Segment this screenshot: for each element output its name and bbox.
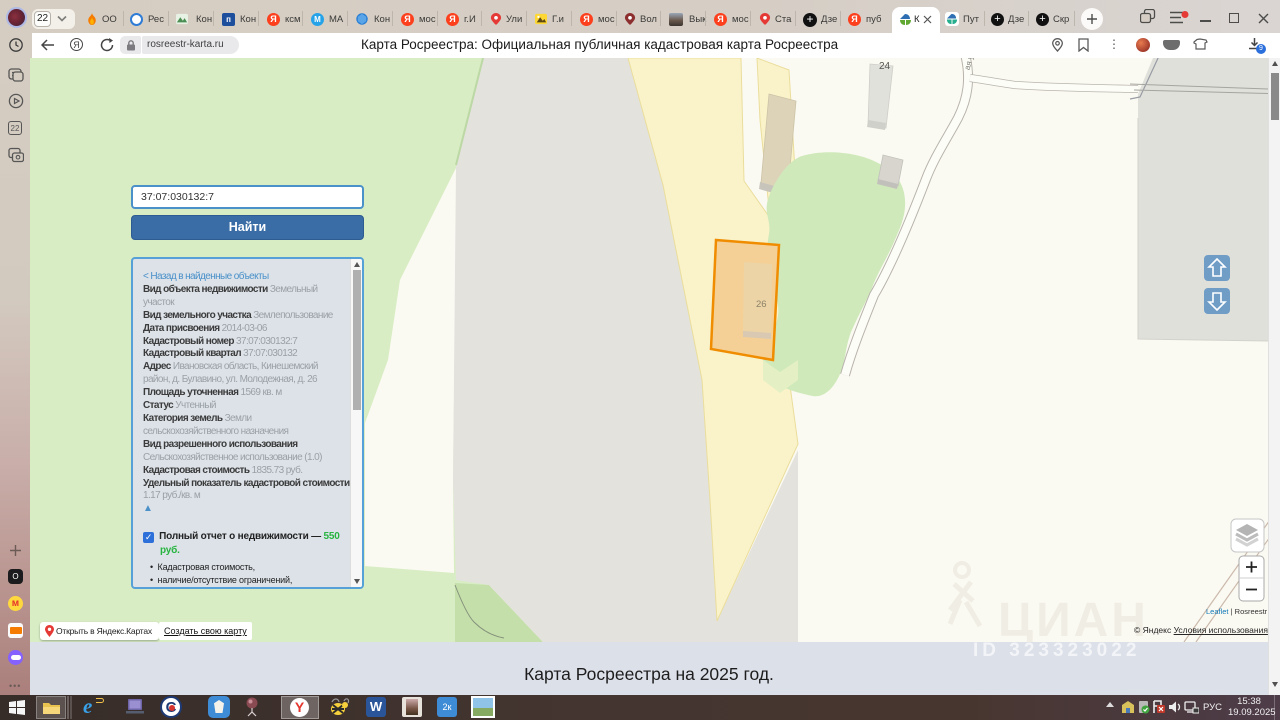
svg-text:26: 26 — [756, 299, 767, 310]
svg-text:ЦИАН: ЦИАН — [998, 594, 1149, 642]
svg-text:24: 24 — [879, 61, 891, 72]
